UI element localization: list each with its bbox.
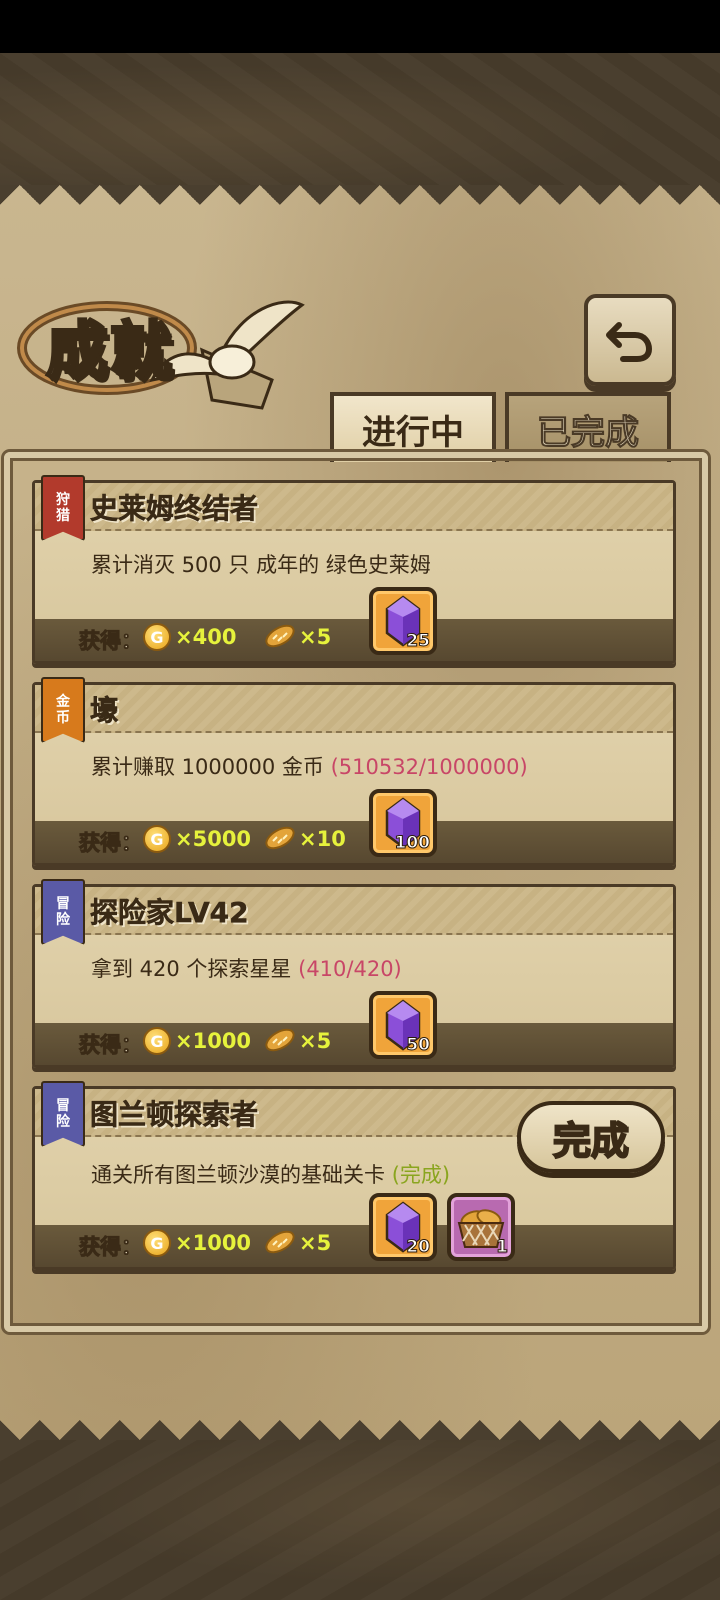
- complete-button[interactable]: 完成: [517, 1101, 665, 1173]
- status-bar: [0, 0, 720, 53]
- bread-reward: ×10: [299, 827, 346, 851]
- reward-label: 获得：: [79, 831, 143, 856]
- bread-icon: [265, 624, 295, 648]
- bread-reward: ×5: [299, 1231, 332, 1255]
- reward-label: 获得：: [79, 629, 143, 654]
- reward-bar: 获得： G ×1000 ×5: [35, 1225, 673, 1267]
- back-arrow-icon: [606, 322, 653, 362]
- map-background-bottom: [0, 1440, 720, 1600]
- gem-reward-item[interactable]: 20: [369, 1193, 437, 1261]
- achievement-description: 拿到 420 个探索星星 (410/420): [91, 957, 402, 981]
- coin-reward: ×1000: [175, 1029, 252, 1053]
- achievement-title: 探险家LV42: [90, 896, 249, 930]
- gem-count: 20: [406, 1237, 431, 1258]
- reward-label: 获得：: [79, 1033, 143, 1058]
- coin-icon: G: [143, 1027, 171, 1055]
- bread-icon: [265, 826, 295, 850]
- achievement-title: 史莱姆终结者: [90, 492, 259, 526]
- reward-bar: 获得： G ×5000 ×10: [35, 821, 673, 863]
- achievement-title: 壕: [90, 694, 119, 728]
- card-header: [35, 685, 673, 733]
- category-badge: 冒险: [41, 1081, 85, 1147]
- bread-reward: ×5: [299, 625, 332, 649]
- achievement-card: 金币 壕 累计赚取 1000000 金币 (510532/1000000) 获得…: [32, 677, 676, 866]
- category-badge: 狩猎: [41, 475, 85, 541]
- gem-count: 50: [406, 1035, 431, 1056]
- gem-count: 25: [406, 631, 431, 652]
- back-button[interactable]: [584, 294, 676, 386]
- page-title: 成就: [44, 313, 175, 389]
- bread-basket-count: 1: [496, 1237, 509, 1258]
- gem-reward-item[interactable]: 25: [369, 587, 437, 655]
- bread-reward: ×5: [299, 1029, 332, 1053]
- bread-icon: [265, 1028, 295, 1052]
- achievement-card: 冒险 探险家LV42 拿到 420 个探索星星 (410/420) 获得： G …: [32, 879, 676, 1068]
- map-background-top: [0, 53, 720, 185]
- bread-icon: [265, 1230, 295, 1254]
- coin-icon: G: [143, 1229, 171, 1257]
- achievement-card: 狩猎 史莱姆终结者 累计消灭 500 只 成年的 绿色史莱姆 获得： G ×40…: [32, 475, 676, 664]
- achievement-title: 图兰顿探索者: [90, 1098, 259, 1132]
- category-badge: 金币: [41, 677, 85, 743]
- reward-bar: 获得： G ×1000 ×5: [35, 1023, 673, 1065]
- achievement-card: 冒险 图兰顿探索者 通关所有图兰顿沙漠的基础关卡 (完成) 完成 获得： G ×…: [32, 1081, 676, 1270]
- achievement-description: 累计赚取 1000000 金币 (510532/1000000): [91, 755, 528, 779]
- gem-count: 100: [394, 833, 430, 854]
- coin-reward: ×5000: [175, 827, 252, 851]
- gem-reward-item[interactable]: 50: [369, 991, 437, 1059]
- torn-edge-top: [0, 185, 720, 225]
- coin-reward: ×1000: [175, 1231, 252, 1255]
- gem-reward-item[interactable]: 100: [369, 789, 437, 857]
- torn-edge-bottom: [0, 1400, 720, 1440]
- achievement-description: 累计消灭 500 只 成年的 绿色史莱姆: [91, 553, 431, 577]
- bread-basket-reward-item[interactable]: 1: [447, 1193, 515, 1261]
- coin-icon: G: [143, 825, 171, 853]
- reward-bar: 获得： G ×400 ×5: [35, 619, 673, 661]
- category-badge: 冒险: [41, 879, 85, 945]
- coin-icon: G: [143, 623, 171, 651]
- reward-label: 获得：: [79, 1235, 143, 1260]
- achievement-description: 通关所有图兰顿沙漠的基础关卡 (完成): [91, 1163, 451, 1187]
- coin-reward: ×400: [175, 625, 237, 649]
